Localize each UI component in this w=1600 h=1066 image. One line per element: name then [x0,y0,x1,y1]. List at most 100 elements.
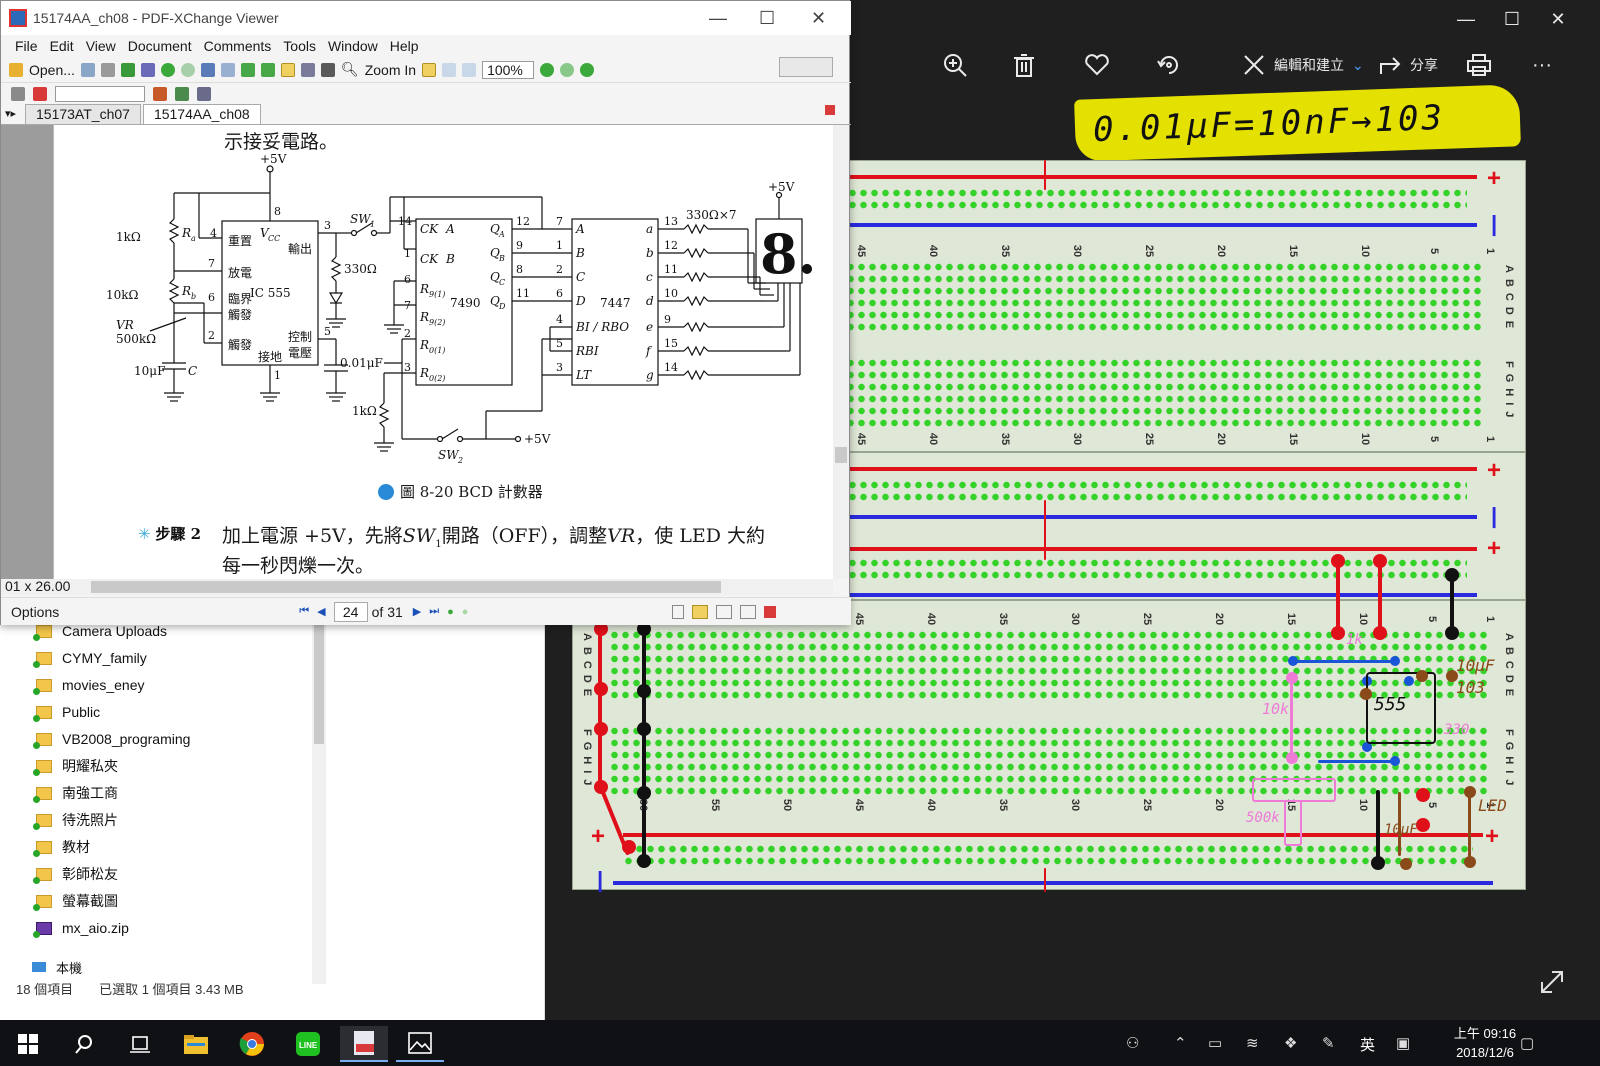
download-pdf-creation-tools-icon[interactable] [779,57,833,77]
email-icon[interactable] [120,62,135,77]
vertical-scrollbar[interactable] [833,125,849,579]
facing-page-icon[interactable] [716,604,733,619]
folder-item[interactable]: Public [33,699,100,725]
link-icon[interactable] [11,87,25,101]
maximize-button[interactable]: ☐ [759,8,775,29]
folder-item[interactable]: 彰師松友 [33,861,118,887]
menu-help[interactable]: Help [390,38,419,54]
photos-taskbar-icon[interactable] [396,1026,444,1062]
prev-view-icon[interactable] [560,62,575,77]
rotate-icon[interactable] [1156,48,1182,82]
options-button[interactable]: Options [11,604,59,620]
search-input[interactable] [55,86,145,102]
sign-icon[interactable] [197,87,211,101]
tab-ch07[interactable]: 15173AT_ch07 [25,104,141,124]
redo-icon[interactable] [220,62,235,77]
menu-edit[interactable]: Edit [50,38,74,54]
folder-item[interactable]: 教材 [33,834,90,860]
rotate-left-icon[interactable] [240,62,255,77]
input-method-indicator[interactable]: 英 [1360,1034,1375,1055]
clock[interactable]: 上午 09:16 2018/12/6 [1440,1024,1530,1062]
open-button[interactable]: Open... [29,62,75,78]
menu-view[interactable]: View [86,38,116,54]
dropbox-icon[interactable]: ❖ [1284,1034,1297,1052]
folder-item[interactable]: 螢幕截圖 [33,888,118,914]
zoom-in-button[interactable]: Zoom In [365,62,416,78]
folder-item[interactable]: CYMY_family [33,645,147,671]
forward-view-icon[interactable]: ● [462,606,469,618]
folder-item[interactable]: 待洗照片 [33,807,118,833]
find-icon[interactable] [175,87,189,101]
start-button[interactable] [4,1026,52,1062]
tab-list-icon[interactable]: ▾▸ [5,104,23,124]
expand-icon[interactable] [1538,968,1566,999]
prev-page-icon[interactable]: ◀ [317,605,325,618]
share-button[interactable]: 分享 [1378,48,1438,82]
show-hidden-icons-chevron[interactable]: ⌃ [1174,1034,1187,1052]
rotate-right-icon[interactable] [260,62,275,77]
menu-window[interactable]: Window [328,38,378,54]
comment-icon[interactable] [33,87,47,101]
save-icon[interactable] [80,62,95,77]
scrollbar-thumb[interactable] [91,581,721,593]
print-icon[interactable] [100,62,115,77]
fit-page-icon[interactable] [442,62,457,77]
print-icon[interactable] [1466,48,1492,82]
last-page-icon[interactable]: ⏭ [429,605,439,618]
folder-item[interactable]: 南強工商 [33,780,118,806]
forward-icon[interactable] [180,62,195,77]
close-button[interactable]: ✕ [811,8,826,29]
chrome-icon[interactable] [228,1026,276,1062]
scrollbar[interactable] [312,624,326,984]
task-view-icon[interactable] [116,1026,164,1062]
pdf-xchange-taskbar-icon[interactable] [340,1026,388,1062]
delete-icon[interactable] [1012,48,1036,82]
ime-mode-icon[interactable]: ▣ [1396,1034,1410,1052]
horizontal-scrollbar[interactable]: 01 x 26.00 [1,578,833,595]
next-page-icon[interactable]: ▶ [413,605,421,618]
next-view-icon[interactable] [540,62,555,77]
tab-ch08[interactable]: 15174AA_ch08 [142,104,261,124]
hand-tool-icon[interactable] [280,62,295,77]
line-app-icon[interactable]: LINE [284,1026,332,1062]
first-page-icon[interactable]: ⏮ [299,605,309,618]
pdf-close-icon[interactable] [764,605,777,618]
action-center-icon[interactable]: ▢ [1520,1034,1534,1052]
close-tab-icon[interactable] [825,105,835,115]
folder-item[interactable]: VB2008_programing [33,726,190,752]
close-button[interactable]: ✕ [1535,4,1581,34]
properties-icon[interactable] [140,62,155,77]
snapshot-icon[interactable] [320,62,335,77]
pen-workspace-icon[interactable]: ✎ [1322,1034,1335,1052]
menu-tools[interactable]: Tools [283,38,316,54]
continuous-facing-icon[interactable] [740,604,757,619]
edit-create-button[interactable]: 編輯和建立 ⌄ [1242,48,1364,82]
menu-document[interactable]: Document [128,38,192,54]
folder-item[interactable]: 明耀私夾 [33,753,118,779]
people-icon[interactable]: ⚇ [1126,1034,1139,1052]
scrollbar-thumb[interactable] [314,624,324,744]
back-view-icon[interactable]: ● [447,606,454,618]
zip-file-item[interactable]: mx_aio.zip [33,915,129,941]
minimize-button[interactable]: — [709,8,727,29]
actual-size-icon[interactable] [422,62,437,77]
folder-item[interactable]: movies_eney [33,672,145,698]
zoom-level-field[interactable]: 100% [482,60,535,79]
add-icon[interactable] [580,62,595,77]
zoom-icon[interactable] [942,48,968,82]
network-wifi-icon[interactable]: ≋ [1246,1034,1259,1052]
scrollbar-thumb[interactable] [835,447,847,463]
battery-icon[interactable]: ▭ [1208,1034,1222,1052]
menu-comments[interactable]: Comments [204,38,272,54]
fit-width-icon[interactable] [462,62,477,77]
file-explorer-taskbar-icon[interactable] [172,1026,220,1062]
maximize-button[interactable]: ☐ [1489,4,1535,34]
single-page-icon[interactable] [672,604,685,619]
search-icon[interactable] [60,1026,108,1062]
menu-file[interactable]: File [15,38,38,54]
undo-icon[interactable] [200,62,215,77]
continuous-page-icon[interactable] [692,604,709,619]
more-options-icon[interactable]: ··· [1532,48,1552,82]
minimize-button[interactable]: — [1443,4,1489,34]
page-number-input[interactable]: 24 [333,601,368,622]
